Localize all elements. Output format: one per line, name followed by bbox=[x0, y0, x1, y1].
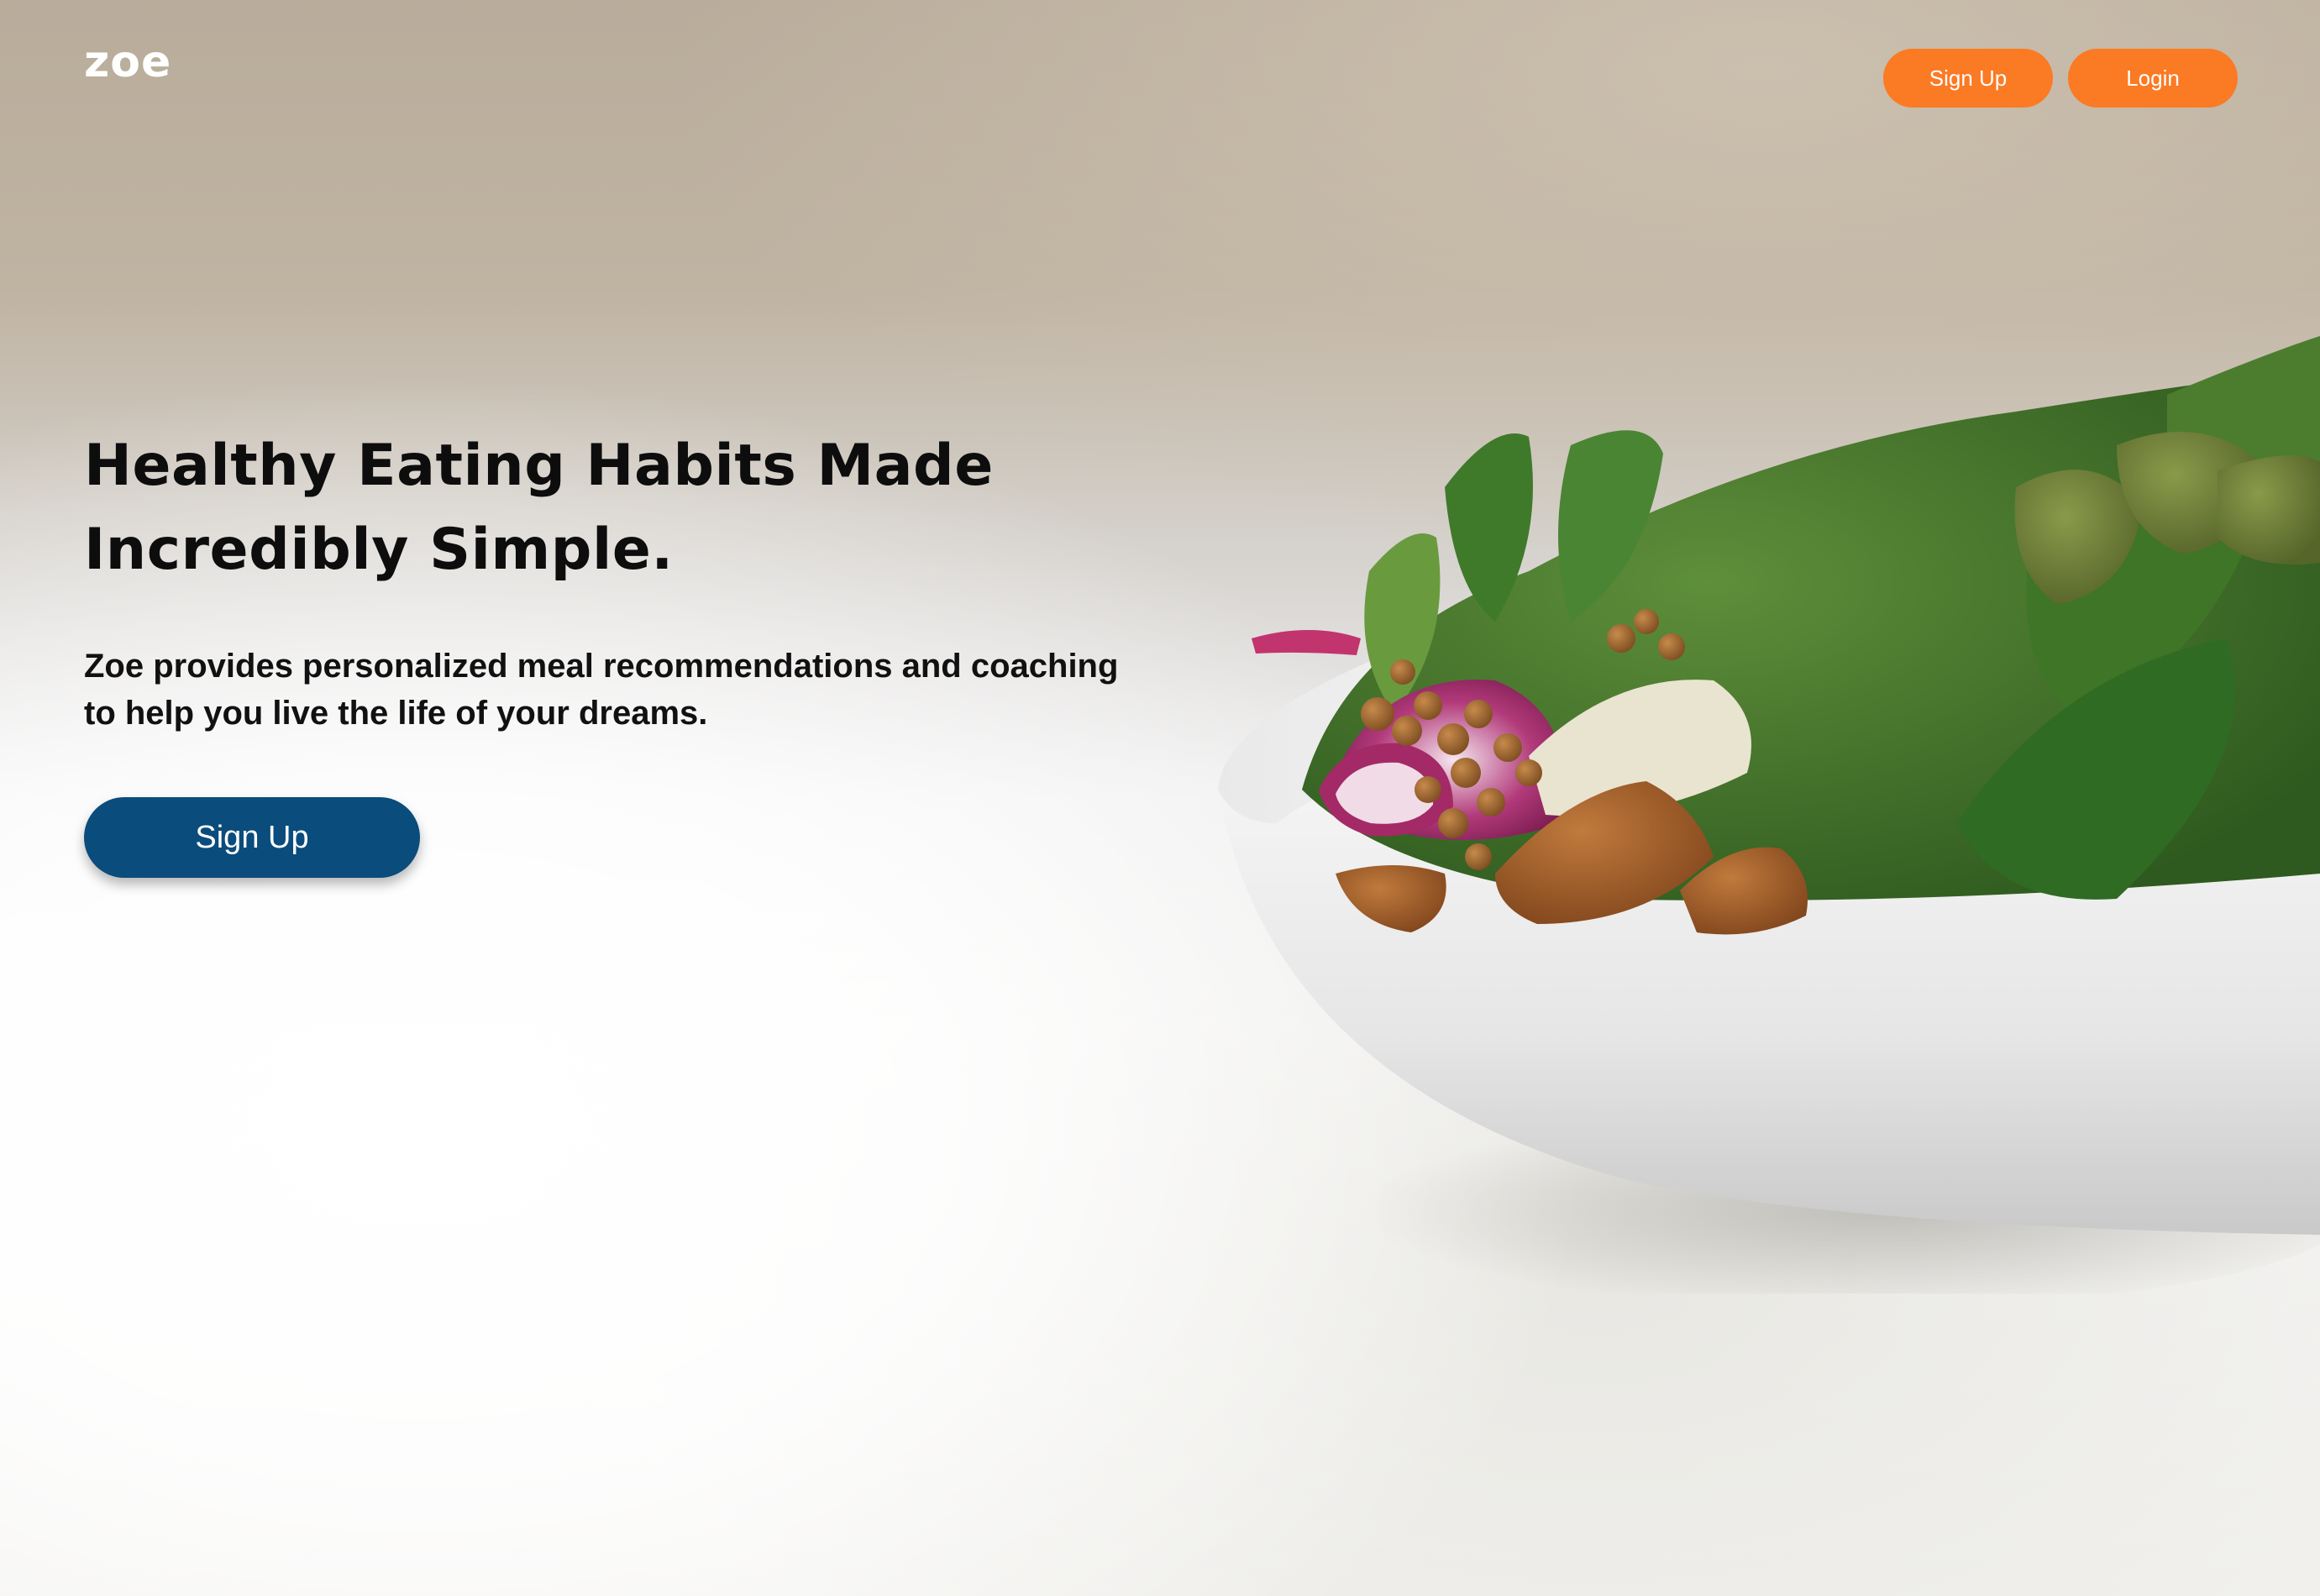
hero-subtitle: Zoe provides personalized meal recommend… bbox=[84, 648, 1119, 732]
zoe-logo[interactable]: zoe bbox=[84, 40, 171, 84]
salad-bowl-image bbox=[1218, 336, 2320, 1294]
hero-section: Healthy Eating Habits Made Incredibly Si… bbox=[84, 424, 1210, 878]
hero-signup-button[interactable]: Sign Up bbox=[84, 797, 420, 878]
site-header: zoe Sign Up Login bbox=[0, 0, 2320, 160]
landing-page: zoe Sign Up Login Healthy Eating Habits … bbox=[0, 0, 2320, 1596]
header-signup-button[interactable]: Sign Up bbox=[1883, 49, 2053, 108]
hero-title: Healthy Eating Habits Made Incredibly Si… bbox=[84, 433, 994, 583]
header-login-button[interactable]: Login bbox=[2068, 49, 2238, 108]
